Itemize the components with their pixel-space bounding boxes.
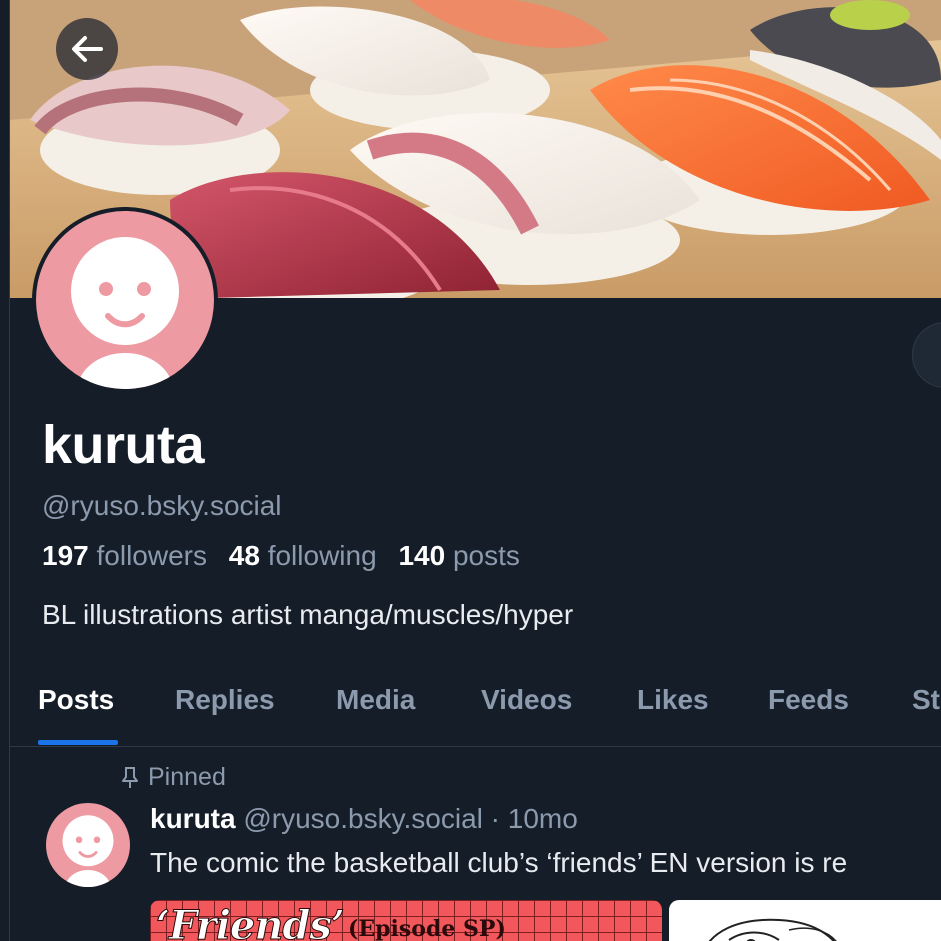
- pinned-label: Pinned: [148, 763, 226, 791]
- posts-label: posts: [452, 540, 520, 571]
- profile-handle[interactable]: @ryuso.bsky.social: [42, 490, 282, 522]
- post-header: kuruta @ryuso.bsky.social · 10mo: [150, 803, 578, 835]
- profile-tabs: Posts Replies Media Videos Likes Feeds S…: [10, 670, 941, 747]
- profile-stats: 197 followers 48 following 140 posts: [42, 540, 520, 572]
- post-author-name[interactable]: kuruta: [150, 803, 236, 834]
- default-avatar-image: [36, 211, 214, 389]
- post-text: The comic the basketball club’s ‘friends…: [150, 847, 848, 878]
- tab-posts[interactable]: Posts: [38, 684, 114, 716]
- profile-display-name: kuruta: [42, 415, 205, 475]
- default-avatar-image: [46, 803, 130, 887]
- following-link[interactable]: 48 following: [229, 540, 377, 571]
- followers-label: followers: [96, 540, 207, 571]
- post-image-1-title: ‘Friends’: [156, 902, 346, 941]
- posts-stat: 140 posts: [398, 540, 519, 571]
- tab-feeds[interactable]: Feeds: [768, 684, 849, 716]
- post-separator: ·: [490, 803, 500, 834]
- post-time[interactable]: 10mo: [508, 803, 578, 834]
- tab-media[interactable]: Media: [336, 684, 415, 716]
- profile-screen: kuruta @ryuso.bsky.social 197 followers …: [0, 0, 941, 941]
- tab-starter-packs[interactable]: St: [912, 684, 940, 716]
- tab-likes[interactable]: Likes: [637, 684, 709, 716]
- pin-icon: [122, 766, 138, 788]
- post-image-1-subtitle: (Episode SP): [348, 916, 506, 941]
- post-author-handle[interactable]: @ryuso.bsky.social: [243, 803, 483, 834]
- arrow-left-icon: [72, 36, 103, 62]
- pinned-indicator: Pinned: [120, 763, 226, 792]
- tab-videos[interactable]: Videos: [481, 684, 572, 716]
- following-label: following: [267, 540, 377, 571]
- back-button[interactable]: [56, 18, 118, 80]
- followers-link[interactable]: 197 followers: [42, 540, 207, 571]
- posts-count: 140: [398, 540, 446, 571]
- profile-bio: BL illustrations artist manga/muscles/hy…: [42, 599, 574, 630]
- profile-avatar[interactable]: [32, 207, 218, 393]
- active-tab-indicator: [38, 740, 118, 745]
- post-author-avatar[interactable]: [46, 803, 130, 887]
- post-image-1[interactable]: ‘Friends’ (Episode SP): [150, 900, 662, 941]
- profile-action-button[interactable]: [912, 322, 941, 388]
- post-image-2[interactable]: [669, 900, 941, 941]
- tab-replies[interactable]: Replies: [175, 684, 275, 716]
- followers-count: 197: [42, 540, 89, 571]
- following-count: 48: [228, 540, 260, 571]
- post-image-2-sketch: [708, 918, 837, 941]
